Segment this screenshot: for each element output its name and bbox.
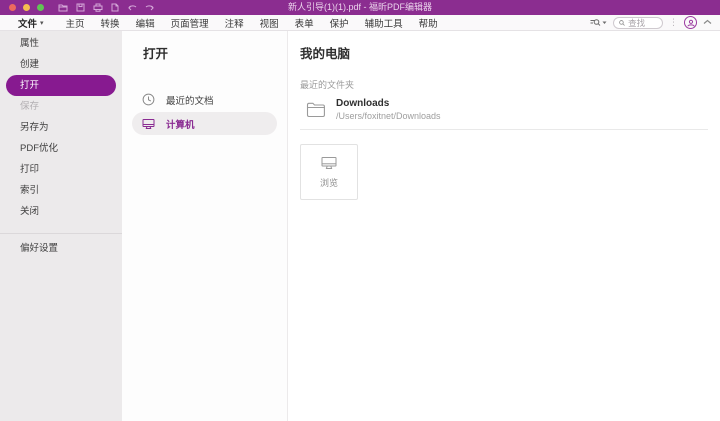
- file-sidebar: 属性 创建 打开 保存 另存为 PDF优化 打印 索引 关闭 偏好设置: [0, 31, 122, 421]
- tab-home[interactable]: 主页: [58, 16, 93, 30]
- search-icon: [619, 19, 625, 27]
- sidebar-item-index[interactable]: 索引: [0, 180, 122, 201]
- open-item-label: 最近的文档: [166, 93, 214, 107]
- sidebar-item-save-as[interactable]: 另存为: [0, 117, 122, 138]
- print-icon[interactable]: [93, 3, 103, 12]
- browse-button[interactable]: 浏览: [300, 144, 358, 200]
- titlebar: 新人引导(1)(1).pdf - 福昕PDF编辑器: [0, 0, 720, 15]
- foxit-pdf-editor-window: 新人引导(1)(1).pdf - 福昕PDF编辑器 文件 ▾ 主页 转换 编辑 …: [0, 0, 720, 421]
- tab-comment[interactable]: 注释: [217, 16, 252, 30]
- undo-icon[interactable]: [127, 4, 137, 12]
- tab-protect[interactable]: 保护: [322, 16, 357, 30]
- sidebar-item-properties[interactable]: 属性: [0, 33, 122, 54]
- folder-path: /Users/foxitnet/Downloads: [336, 111, 441, 121]
- tab-page-management[interactable]: 页面管理: [163, 16, 217, 30]
- document-icon[interactable]: [111, 3, 119, 12]
- file-menu-label: 文件: [18, 16, 37, 30]
- computer-panel: 我的电脑 最近的文件夹 Downloads /Users/foxitnet/Do…: [288, 31, 720, 421]
- account-avatar[interactable]: [684, 16, 697, 29]
- close-window-button[interactable]: [9, 4, 16, 11]
- menubar: 文件 ▾ 主页 转换 编辑 页面管理 注释 视图 表单 保护 辅助工具 帮助 ⋮: [0, 15, 720, 31]
- minimize-window-button[interactable]: [23, 4, 30, 11]
- recent-folder-row[interactable]: Downloads /Users/foxitnet/Downloads: [300, 91, 708, 130]
- zoom-window-button[interactable]: [37, 4, 44, 11]
- computer-panel-title: 我的电脑: [300, 43, 708, 62]
- open-item-computer[interactable]: 计算机: [132, 112, 277, 135]
- tab-convert[interactable]: 转换: [93, 16, 128, 30]
- folder-icon: [306, 101, 326, 118]
- chevron-down-icon: ▾: [40, 19, 44, 27]
- traffic-lights: [0, 4, 44, 11]
- open-location-list: 最近的文档 计算机: [122, 88, 287, 135]
- more-options-icon[interactable]: ⋮: [669, 18, 678, 27]
- open-folder-icon[interactable]: [58, 3, 68, 12]
- redo-icon[interactable]: [145, 4, 155, 12]
- folder-name: Downloads: [336, 98, 441, 109]
- recent-folders-label: 最近的文件夹: [300, 78, 708, 91]
- find-replace-icon[interactable]: [590, 18, 607, 28]
- quick-access-toolbar: [58, 3, 155, 12]
- backstage-view: 属性 创建 打开 保存 另存为 PDF优化 打印 索引 关闭 偏好设置 打开 最…: [0, 31, 720, 421]
- sidebar-item-preferences[interactable]: 偏好设置: [0, 238, 122, 259]
- tab-view[interactable]: 视图: [252, 16, 287, 30]
- clock-icon: [142, 93, 155, 106]
- browse-button-label: 浏览: [320, 176, 338, 189]
- file-menu[interactable]: 文件 ▾: [18, 16, 44, 30]
- search-input[interactable]: [628, 18, 657, 28]
- folder-info: Downloads /Users/foxitnet/Downloads: [336, 98, 441, 121]
- tab-form[interactable]: 表单: [287, 16, 322, 30]
- computer-icon: [142, 118, 155, 130]
- sidebar-divider: [0, 233, 122, 234]
- search-field[interactable]: [613, 17, 663, 29]
- open-item-recent-documents[interactable]: 最近的文档: [132, 88, 277, 111]
- open-item-label: 计算机: [166, 117, 195, 131]
- person-icon: [687, 19, 695, 27]
- ribbon-tabs: 主页 转换 编辑 页面管理 注释 视图 表单 保护 辅助工具 帮助: [58, 16, 446, 30]
- open-panel: 打开 最近的文档 计算机: [122, 31, 288, 421]
- computer-monitor-icon: [321, 156, 337, 170]
- save-icon[interactable]: [76, 3, 85, 12]
- collapse-toolbar-icon[interactable]: [703, 17, 712, 28]
- open-panel-title: 打开: [143, 43, 287, 62]
- sidebar-item-save: 保存: [0, 96, 122, 117]
- sidebar-item-pdf-optimize[interactable]: PDF优化: [0, 138, 122, 159]
- menubar-right-cluster: ⋮: [590, 16, 712, 29]
- tab-edit[interactable]: 编辑: [128, 16, 163, 30]
- sidebar-item-create[interactable]: 创建: [0, 54, 122, 75]
- sidebar-item-close[interactable]: 关闭: [0, 201, 122, 222]
- tab-help[interactable]: 帮助: [411, 16, 446, 30]
- sidebar-item-open[interactable]: 打开: [6, 75, 116, 96]
- tab-accessibility-tools[interactable]: 辅助工具: [357, 16, 411, 30]
- sidebar-item-print[interactable]: 打印: [0, 159, 122, 180]
